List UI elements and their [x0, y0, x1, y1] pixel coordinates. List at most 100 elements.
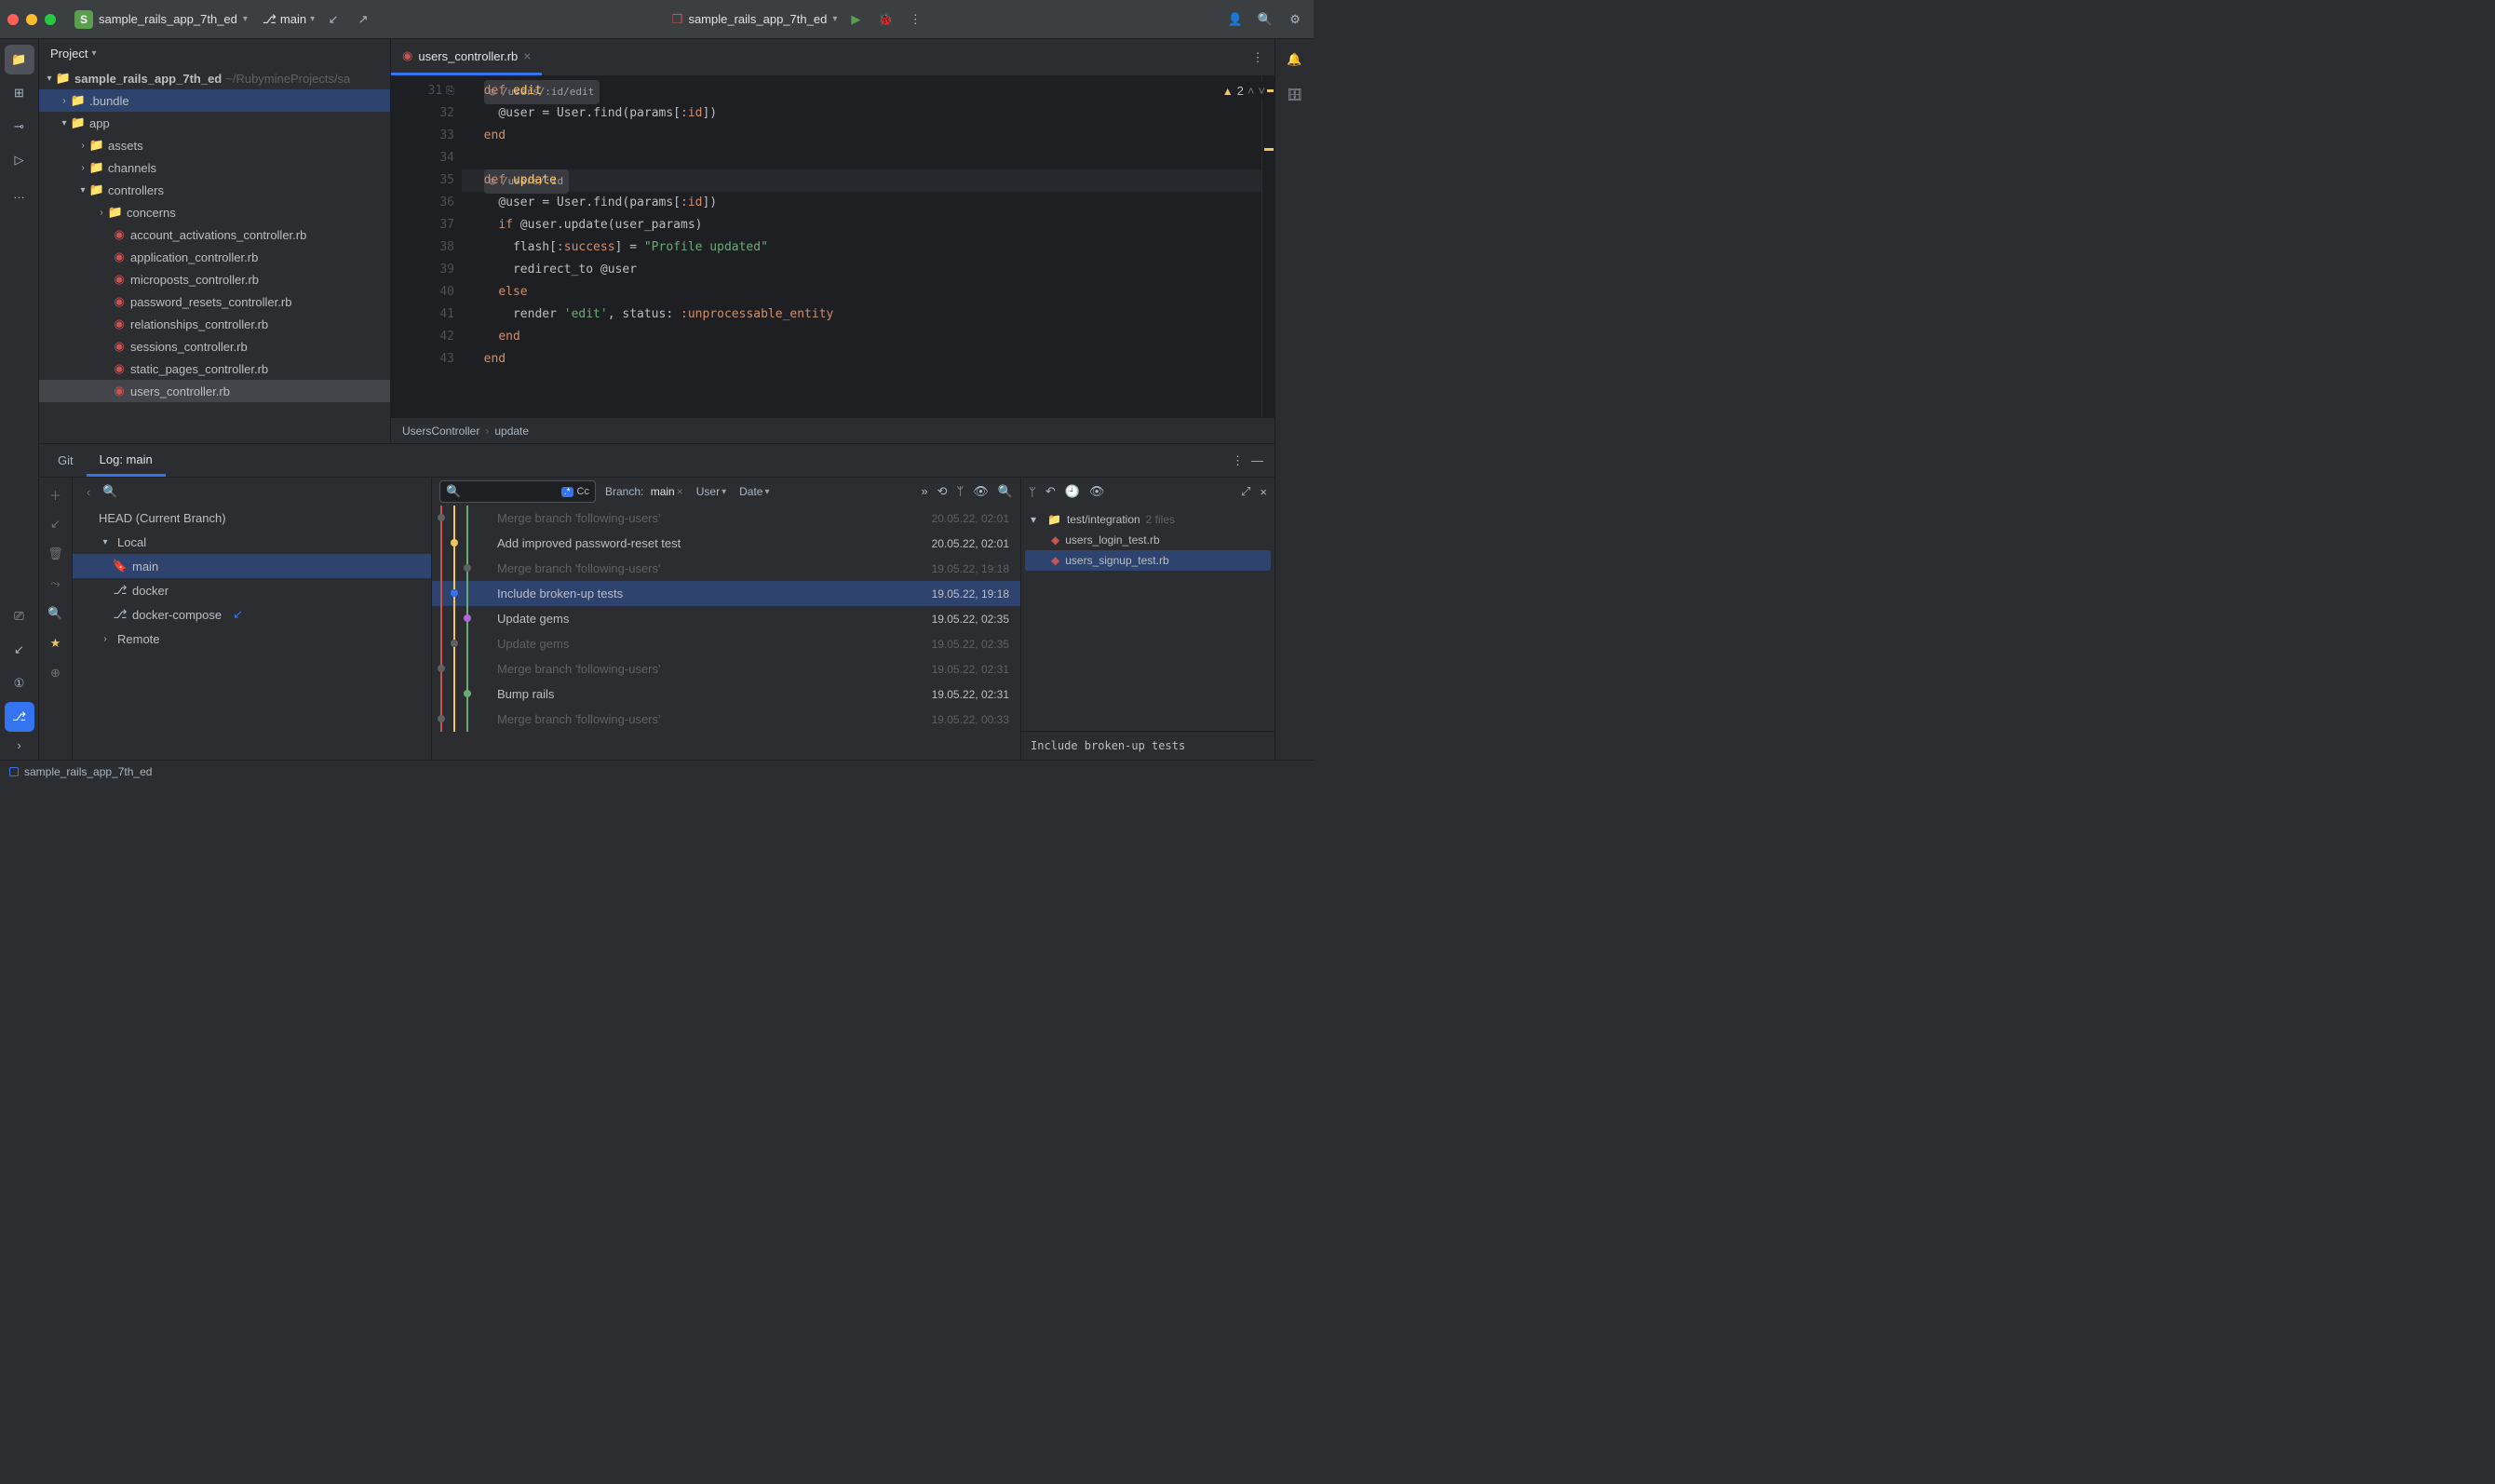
editor-code[interactable]: ◎ /users/:id/edit def edit @user = User.…: [462, 76, 1261, 417]
branch-docker[interactable]: ⎇ docker: [73, 578, 431, 602]
tree-root[interactable]: ▾ 📁 sample_rails_app_7th_ed ~/RubyminePr…: [39, 67, 390, 89]
detail-file-2[interactable]: ◆users_signup_test.rb: [1025, 550, 1271, 571]
commit-row[interactable]: Merge branch 'following-users'20.05.22, …: [432, 506, 1020, 531]
git-update-button[interactable]: ↙: [5, 635, 34, 665]
run-button[interactable]: ▶: [844, 8, 867, 31]
local-node[interactable]: ▾ Local: [73, 530, 431, 554]
commit-tool-button[interactable]: ⊸: [5, 112, 34, 142]
delete-branch-button[interactable]: 🗑: [45, 543, 67, 565]
commit-row[interactable]: Bump rails19.05.22, 02:31: [432, 681, 1020, 707]
branches-search[interactable]: ‹ 🔍: [73, 478, 431, 506]
database-button[interactable]: 🗄: [1280, 80, 1310, 110]
status-indicator-icon[interactable]: [9, 767, 19, 776]
commit-row[interactable]: Include broken-up tests19.05.22, 19:18: [432, 581, 1020, 606]
project-tree[interactable]: ▾ 📁 sample_rails_app_7th_ed ~/RubyminePr…: [39, 67, 390, 443]
add-branch-button[interactable]: ＋: [45, 483, 67, 506]
tree-item-app[interactable]: ▾ 📁 app: [39, 112, 390, 134]
tree-item-controllers[interactable]: ▾ 📁 controllers: [39, 179, 390, 201]
commit-row[interactable]: Update gems19.05.22, 02:35: [432, 631, 1020, 656]
regex-toggle[interactable]: .*: [561, 487, 573, 497]
project-panel-header[interactable]: Project ▾: [39, 39, 390, 67]
tree-item-password-resets-controller[interactable]: ◉ password_resets_controller.rb: [39, 290, 390, 313]
expand-icon[interactable]: ⤢: [1241, 484, 1250, 499]
cherry-pick-icon[interactable]: ᛘ: [1029, 485, 1036, 499]
branch-main[interactable]: 🔖 main: [73, 554, 431, 578]
checkout-button[interactable]: ↙: [45, 513, 67, 535]
breadcrumb-method[interactable]: update: [494, 425, 529, 438]
commit-row[interactable]: Merge branch 'following-users'19.05.22, …: [432, 656, 1020, 681]
tree-item-sessions-controller[interactable]: ◉ sessions_controller.rb: [39, 335, 390, 358]
git-tool-button[interactable]: ⎇: [5, 702, 34, 732]
tree-item-assets[interactable]: › 📁 assets: [39, 134, 390, 156]
commit-row[interactable]: Add improved password-reset test20.05.22…: [432, 531, 1020, 556]
git-tab-log[interactable]: Log: main: [87, 444, 166, 477]
tree-item-relationships-controller[interactable]: ◉ relationships_controller.rb: [39, 313, 390, 335]
search-everywhere-icon[interactable]: 🔍: [1254, 8, 1276, 31]
incoming-icon[interactable]: ↙: [322, 8, 344, 31]
code-with-me-icon[interactable]: 👤: [1224, 8, 1247, 31]
editor-tab-users-controller[interactable]: ◉ users_controller.rb ×: [391, 39, 542, 75]
settings-icon[interactable]: ⚙: [1284, 8, 1306, 31]
close-window-button[interactable]: [7, 14, 19, 25]
maximize-window-button[interactable]: [45, 14, 56, 25]
minimize-window-button[interactable]: [26, 14, 37, 25]
date-filter[interactable]: Date▾: [735, 485, 773, 498]
tree-item-microposts-controller[interactable]: ◉ microposts_controller.rb: [39, 268, 390, 290]
more-icon[interactable]: ⋮: [1232, 453, 1244, 468]
history-icon[interactable]: 🕘: [1065, 484, 1080, 499]
structure-tool-button[interactable]: ⊞: [5, 78, 34, 108]
eye-icon[interactable]: 👁: [973, 484, 989, 499]
branch-docker-compose[interactable]: ⎇ docker-compose ↙: [73, 602, 431, 627]
detail-folder[interactable]: ▾ 📁 test/integration 2 files: [1025, 509, 1271, 530]
detail-files[interactable]: ▾ 📁 test/integration 2 files ◆users_logi…: [1021, 506, 1274, 731]
find-icon[interactable]: 🔍: [998, 484, 1013, 499]
more-icon[interactable]: ⋮: [904, 8, 926, 31]
commit-search[interactable]: 🔍 .* Cc: [439, 480, 596, 503]
problems-tool-button[interactable]: ①: [5, 668, 34, 698]
revert-icon[interactable]: ↶: [1045, 484, 1056, 499]
status-project[interactable]: sample_rails_app_7th_ed: [24, 765, 152, 778]
commit-list[interactable]: Merge branch 'following-users'20.05.22, …: [432, 506, 1020, 760]
outgoing-icon[interactable]: ↗: [352, 8, 374, 31]
tree-item-application-controller[interactable]: ◉ application_controller.rb: [39, 246, 390, 268]
head-branch-row[interactable]: HEAD (Current Branch): [73, 506, 431, 530]
tree-item-channels[interactable]: › 📁 channels: [39, 156, 390, 179]
project-tool-button[interactable]: 📁: [5, 45, 34, 74]
go-to-ref-icon[interactable]: »: [921, 484, 927, 499]
remote-node[interactable]: › Remote: [73, 627, 431, 651]
chevron-right-icon[interactable]: ›: [5, 735, 34, 754]
tree-item-users-controller[interactable]: ◉ users_controller.rb: [39, 380, 390, 402]
favorite-button[interactable]: ★: [45, 632, 67, 654]
detail-file-1[interactable]: ◆users_login_test.rb: [1025, 530, 1271, 550]
branch-filter[interactable]: Branch: main ×: [601, 485, 687, 498]
match-case-toggle[interactable]: Cc: [577, 486, 589, 497]
tree-item-account-activations[interactable]: ◉ account_activations_controller.rb: [39, 223, 390, 246]
debug-button[interactable]: 🐞: [874, 8, 897, 31]
editor-breadcrumb[interactable]: UsersController › update: [391, 417, 1274, 443]
tree-item-bundle[interactable]: › 📁 .bundle: [39, 89, 390, 112]
tree-item-concerns[interactable]: › 📁 concerns: [39, 201, 390, 223]
eye-icon[interactable]: 👁: [1089, 484, 1105, 499]
branch-selector[interactable]: ⎇ main ▾: [263, 12, 315, 27]
tab-more-button[interactable]: ⋮: [1241, 39, 1274, 75]
project-selector[interactable]: S sample_rails_app_7th_ed ▾: [74, 10, 248, 29]
minimize-icon[interactable]: —: [1251, 453, 1263, 467]
close-tab-icon[interactable]: ×: [523, 48, 531, 63]
track-button[interactable]: ⊕: [45, 662, 67, 684]
git-tab-git[interactable]: Git: [45, 444, 87, 477]
refresh-icon[interactable]: ⟲: [937, 484, 948, 499]
commit-row[interactable]: Merge branch 'following-users'19.05.22, …: [432, 556, 1020, 581]
notifications-button[interactable]: 🔔: [1280, 45, 1310, 74]
more-tool-button[interactable]: …: [5, 179, 34, 209]
user-filter[interactable]: User▾: [693, 485, 730, 498]
terminal-tool-button[interactable]: ⎚: [5, 601, 34, 631]
find-button[interactable]: 🔍: [45, 602, 67, 625]
cherry-pick-icon[interactable]: ᛘ: [956, 484, 964, 499]
commit-row[interactable]: Merge branch 'following-users'19.05.22, …: [432, 707, 1020, 732]
run-configuration[interactable]: ❒ sample_rails_app_7th_ed ▾: [672, 12, 838, 27]
breadcrumb-class[interactable]: UsersController: [402, 425, 479, 438]
back-icon[interactable]: ‹: [80, 485, 97, 499]
commit-row[interactable]: Update gems19.05.22, 02:35: [432, 606, 1020, 631]
close-icon[interactable]: ×: [1260, 485, 1267, 499]
editor-minimap[interactable]: [1261, 76, 1274, 417]
